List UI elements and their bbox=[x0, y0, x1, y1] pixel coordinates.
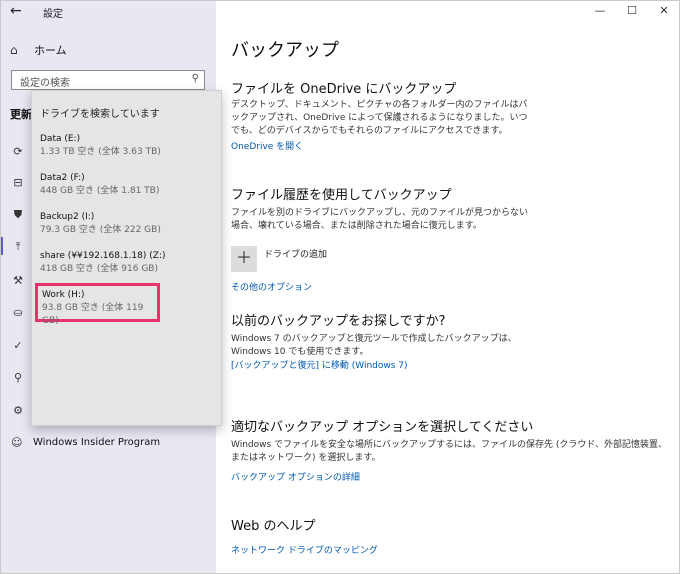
screenshot-border bbox=[0, 0, 680, 574]
